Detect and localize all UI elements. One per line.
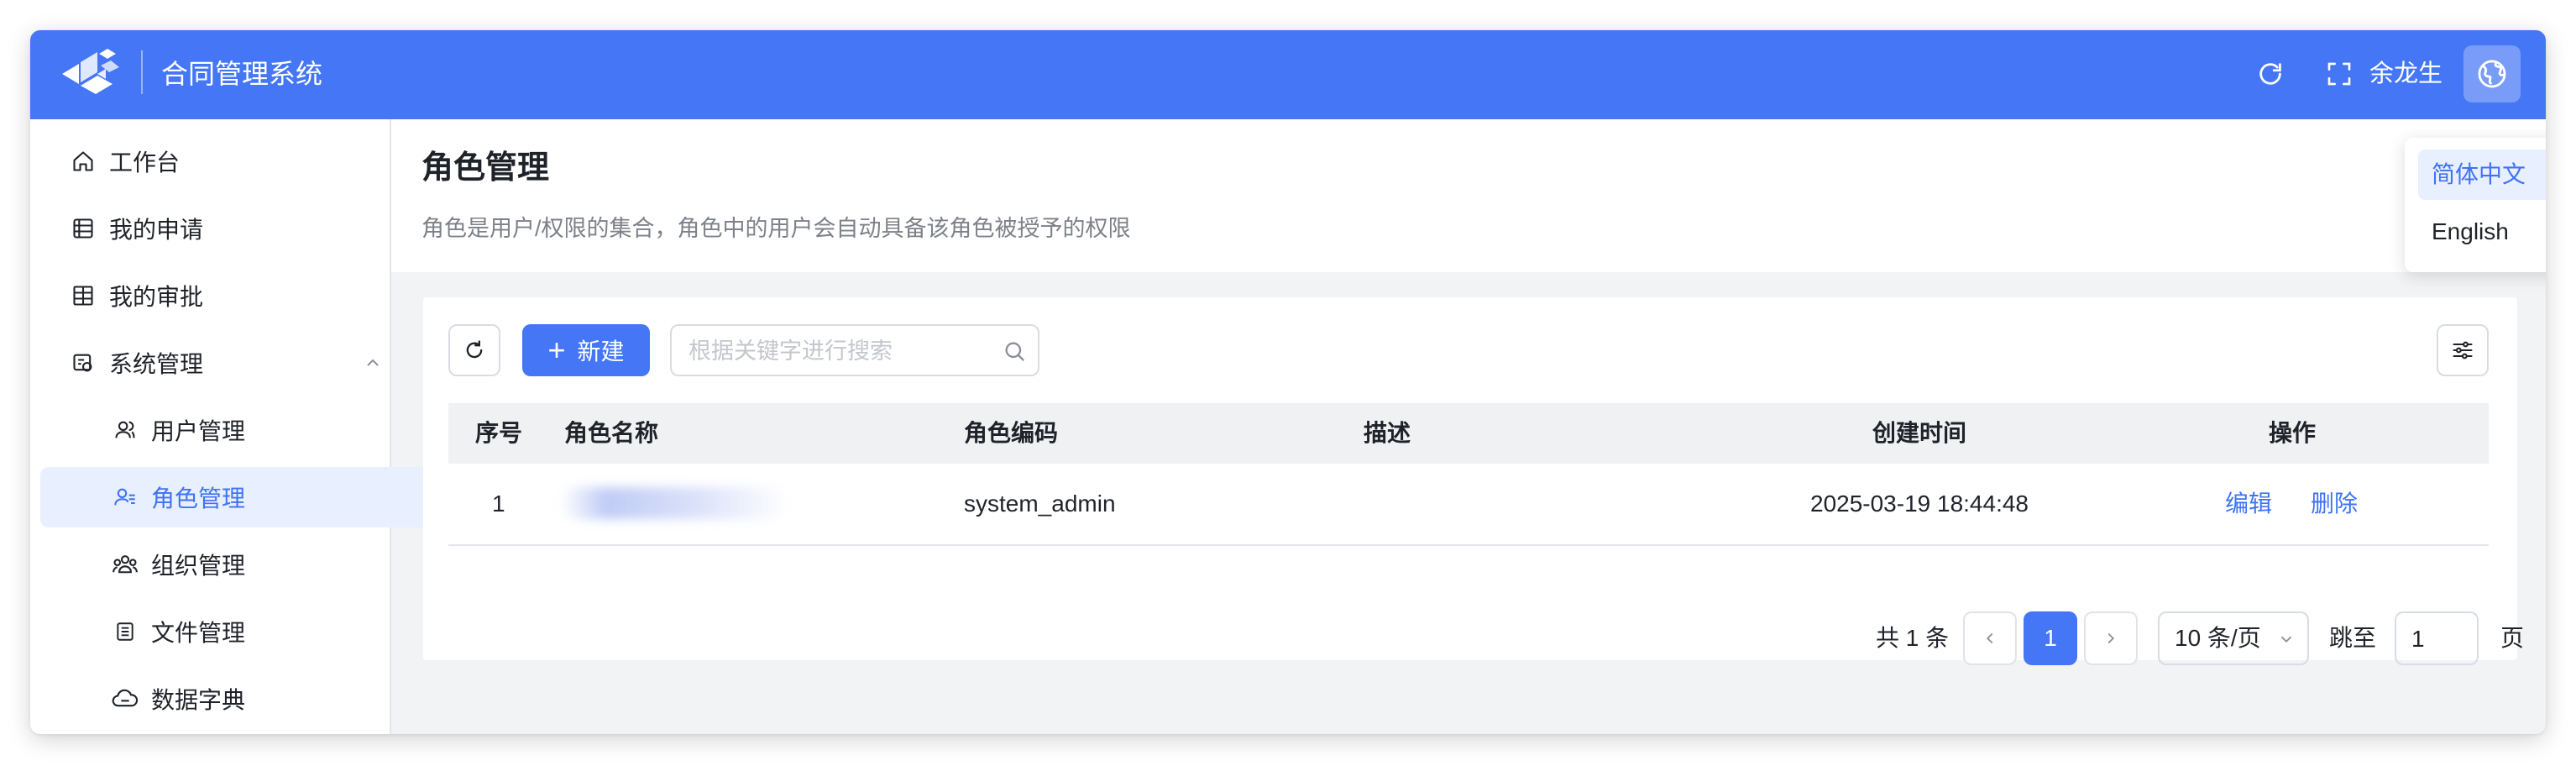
language-option-en[interactable]: English	[2418, 207, 2546, 257]
new-button-label: 新建	[577, 338, 625, 365]
next-page-button[interactable]	[2084, 611, 2138, 665]
column-header-role-code: 角色编码	[964, 420, 1059, 446]
language-button[interactable]	[2463, 45, 2521, 102]
sidebar-item-role-management[interactable]: 角色管理	[40, 467, 447, 527]
sidebar-item-label: 系统管理	[109, 351, 204, 377]
jump-page-input[interactable]	[2410, 623, 2472, 655]
org-icon	[111, 550, 139, 579]
sidebar-item-label: 数据字典	[151, 687, 246, 713]
refresh-icon[interactable]	[2252, 55, 2289, 92]
top-header: 合同管理系统 余龙生	[30, 30, 2546, 119]
search-box	[670, 324, 1039, 376]
sidebar-item-label: 用户管理	[151, 418, 246, 444]
pagination: 共 1 条 1 10 条/页 跳至 页	[423, 611, 2524, 665]
chevron-left-icon	[1986, 632, 1993, 644]
sidebar-item-user-management[interactable]: 用户管理	[40, 400, 447, 460]
sidebar-item-label: 组织管理	[151, 553, 246, 579]
sidebar-item-label: 我的审批	[109, 284, 204, 310]
sidebar-item-label: 工作台	[109, 150, 181, 176]
app-window: 合同管理系统 余龙生 工作台 我的申请 我的审批 系统管理 用户管理 角色管理 …	[30, 30, 2546, 734]
sidebar-item-workbench[interactable]: 工作台	[40, 131, 405, 192]
list-icon	[69, 214, 97, 243]
sidebar-item-my-applications[interactable]: 我的申请	[40, 198, 405, 259]
page-title: 角色管理	[421, 150, 550, 186]
cell-role-code: system_admin	[964, 491, 1116, 517]
jump-label: 跳至	[2329, 625, 2377, 651]
approval-icon	[69, 281, 97, 310]
logo-icon	[62, 49, 119, 94]
cell-index: 1	[492, 491, 505, 517]
delete-link[interactable]: 删除	[2311, 464, 2358, 544]
page-suffix: 页	[2500, 625, 2525, 651]
edit-link[interactable]: 编辑	[2225, 464, 2272, 544]
fullscreen-icon[interactable]	[2321, 55, 2358, 92]
chevron-up-icon	[367, 359, 379, 366]
column-header-description: 描述	[1364, 420, 1411, 446]
prev-page-button[interactable]	[1963, 611, 2017, 665]
sliders-icon	[2453, 341, 2473, 359]
sidebar: 工作台 我的申请 我的审批 系统管理 用户管理 角色管理 组织管理 文件管理 数…	[30, 119, 447, 734]
page-header: 角色管理 角色是用户/权限的集合，角色中的用户会自动具备该角色被授予的权限	[391, 119, 2546, 272]
chevron-right-icon	[2107, 632, 2115, 644]
language-option-zh[interactable]: 简体中文	[2418, 150, 2546, 200]
jump-input-box	[2395, 611, 2479, 665]
sidebar-item-my-approvals[interactable]: 我的审批	[40, 265, 405, 326]
column-header-actions: 操作	[2269, 420, 2317, 446]
plus-icon: +	[547, 333, 566, 367]
cloud-icon	[111, 685, 139, 713]
file-icon	[111, 617, 139, 646]
page-size-value: 10 条/页	[2175, 625, 2261, 651]
user-name[interactable]: 余龙生	[2369, 55, 2442, 92]
column-header-created-at: 创建时间	[1872, 420, 1967, 446]
column-header-role-name: 角色名称	[564, 420, 659, 446]
sidebar-item-system-management[interactable]: 系统管理	[40, 333, 405, 393]
page-description: 角色是用户/权限的集合，角色中的用户会自动具备该角色被授予的权限	[421, 216, 1131, 241]
user-icon	[111, 416, 139, 444]
sidebar-item-label: 我的申请	[109, 217, 204, 243]
column-header-index: 序号	[475, 420, 523, 446]
language-dropdown: 简体中文 English	[2405, 138, 2546, 272]
home-icon	[69, 147, 97, 176]
search-icon[interactable]	[1003, 339, 1026, 363]
cell-created-at: 2025-03-19 18:44:48	[1810, 491, 2029, 517]
page-size-select[interactable]: 10 条/页	[2158, 611, 2309, 665]
app-title: 合同管理系统	[161, 59, 323, 89]
sidebar-item-label: 文件管理	[151, 620, 246, 646]
pagination-total: 共 1 条	[1876, 625, 1950, 651]
sidebar-item-data-dictionary[interactable]: 数据字典	[40, 669, 447, 729]
search-input[interactable]	[687, 334, 1001, 368]
header-divider	[141, 50, 143, 94]
sidebar-item-org-management[interactable]: 组织管理	[40, 534, 447, 595]
cell-role-name-redacted	[561, 487, 788, 519]
role-icon	[111, 483, 139, 512]
globe-icon	[2478, 60, 2506, 88]
refresh-icon	[466, 340, 483, 359]
sidebar-item-label: 角色管理	[151, 485, 246, 512]
table-header: 序号 角色名称 角色编码 描述 创建时间 操作	[448, 403, 2489, 464]
table-refresh-button[interactable]	[448, 324, 500, 376]
new-role-button[interactable]: + 新建	[522, 324, 650, 376]
page-number-button[interactable]: 1	[2024, 611, 2077, 665]
column-settings-button[interactable]	[2437, 324, 2489, 376]
settings-icon	[69, 349, 97, 377]
table-row: 1 system_admin 2025-03-19 18:44:48 编辑 删除	[448, 464, 2489, 546]
sidebar-item-file-management[interactable]: 文件管理	[40, 601, 447, 662]
roles-card: + 新建 序号 角色名称 角色编码 描述 创建时间 操作 1 system_ad…	[423, 297, 2524, 665]
chevron-down-icon	[2280, 636, 2292, 643]
